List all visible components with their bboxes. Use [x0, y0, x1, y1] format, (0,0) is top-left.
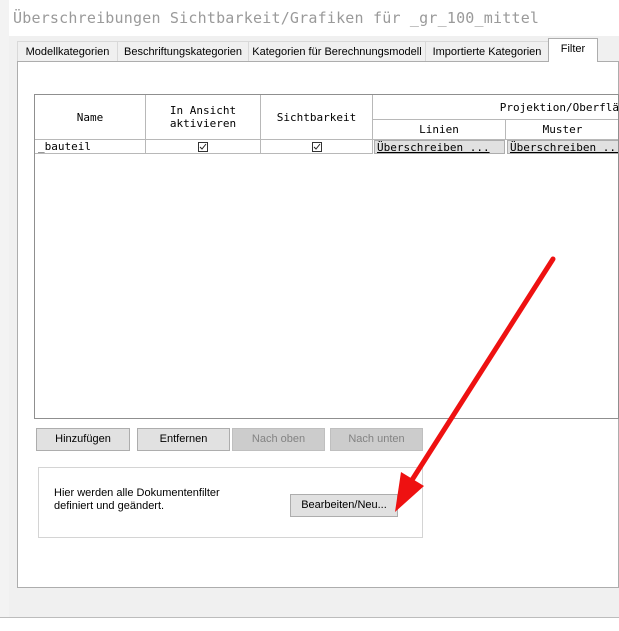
edit-new-filter-button[interactable]: Bearbeiten/Neu... — [290, 494, 398, 517]
column-header-pattern[interactable]: Muster — [506, 120, 618, 140]
tab-filter[interactable]: Filter — [548, 38, 598, 62]
column-header-visibility[interactable]: Sichtbarkeit — [261, 95, 373, 140]
filter-table: Name In Ansicht aktivieren Sichtbarkeit … — [34, 94, 619, 419]
filter-description: Hier werden alle Dokumentenfilter defini… — [54, 487, 220, 512]
column-header-projection-surface: Projektion/Oberflä — [373, 95, 618, 120]
tab-imported-categories[interactable]: Importierte Kategorien — [425, 41, 549, 61]
checkmark-icon — [199, 143, 207, 150]
background-window-bottom — [0, 617, 619, 631]
move-up-button[interactable]: Nach oben — [232, 428, 325, 451]
visibility-graphics-dialog: Überschreibungen Sichtbarkeit/Grafiken f… — [9, 0, 619, 617]
row-activate-cell — [146, 140, 261, 154]
move-down-button[interactable]: Nach unten — [330, 428, 423, 451]
tab-model-categories[interactable]: Modellkategorien — [17, 41, 118, 61]
tab-analytical-categories[interactable]: Kategorien für Berechnungsmodell — [248, 41, 426, 61]
column-header-name[interactable]: Name — [35, 95, 146, 140]
column-header-activate[interactable]: In Ansicht aktivieren — [146, 95, 261, 140]
remove-filter-button[interactable]: Entfernen — [137, 428, 230, 451]
override-pattern-button[interactable]: Überschreiben ... — [507, 140, 618, 154]
dialog-title: Überschreibungen Sichtbarkeit/Grafiken f… — [13, 9, 540, 27]
activate-checkbox[interactable] — [198, 141, 208, 152]
add-filter-button[interactable]: Hinzufügen — [36, 428, 130, 451]
override-lines-button[interactable]: Überschreiben ... — [374, 140, 505, 154]
visibility-checkbox[interactable] — [311, 141, 322, 152]
dialog-titlebar: Überschreibungen Sichtbarkeit/Grafiken f… — [9, 0, 619, 36]
row-visibility-cell — [261, 140, 373, 154]
column-header-lines[interactable]: Linien — [373, 120, 506, 140]
tab-annotation-categories[interactable]: Beschriftungskategorien — [117, 41, 249, 61]
checkmark-icon — [313, 143, 320, 150]
row-filter-name[interactable]: _bauteil — [35, 140, 146, 154]
